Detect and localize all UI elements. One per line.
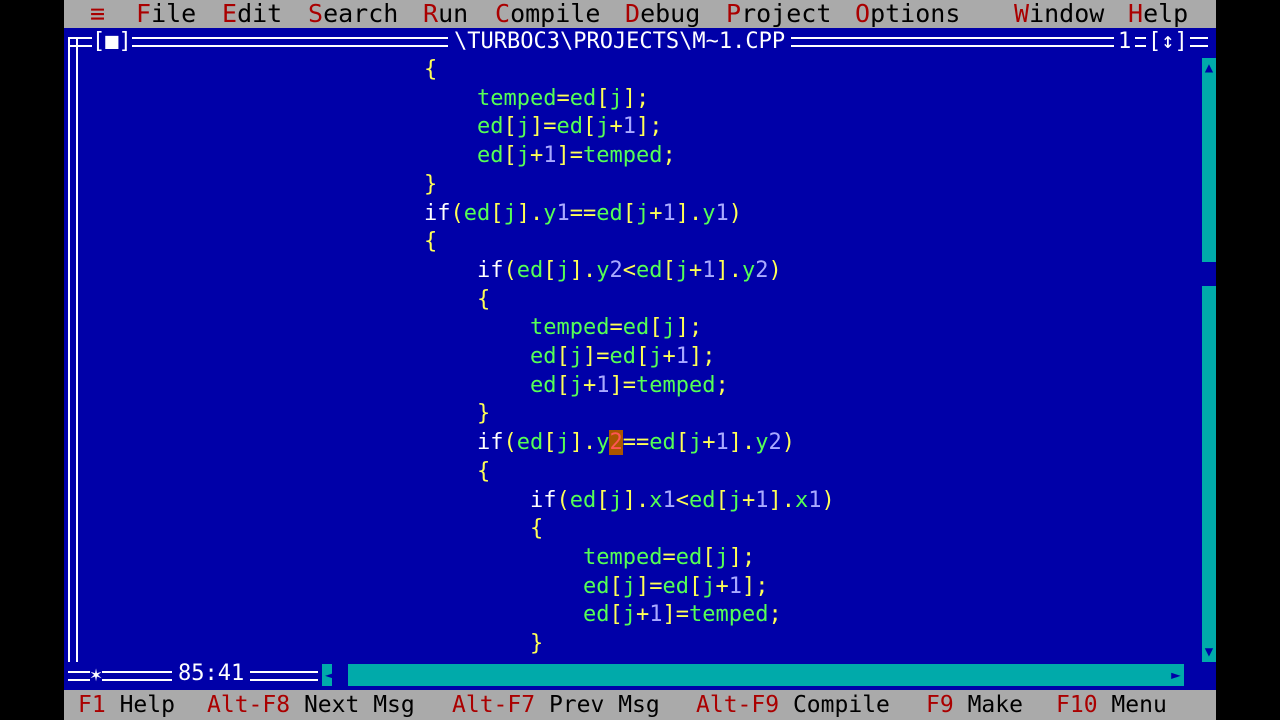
status-compile[interactable]: Alt-F9 Compile [696, 690, 890, 720]
status-f1-help[interactable]: F1 Help [78, 690, 175, 720]
turbo-c-ide: ≡ File Edit Search Run Compile Debug Pro… [64, 0, 1216, 720]
code-line[interactable]: ed[j]=ed[j+1]; [424, 343, 716, 371]
code-line[interactable]: { [424, 56, 437, 84]
code-line[interactable]: ed[j]=ed[j+1]; [424, 573, 769, 601]
menu-run[interactable]: Run [423, 0, 468, 28]
code-line[interactable]: ed[j+1]=temped; [424, 601, 782, 629]
frame-left-border [68, 38, 78, 662]
code-line[interactable]: if(ed[j].y2==ed[j+1].y2) [424, 429, 795, 457]
menu-file[interactable]: File [136, 0, 196, 28]
code-line[interactable]: ed[j]=ed[j+1]; [424, 113, 663, 141]
code-line[interactable]: if(ed[j].y2<ed[j+1].y2) [424, 257, 782, 285]
system-menu-icon[interactable]: ≡ [90, 0, 105, 28]
code-line[interactable]: { [424, 286, 490, 314]
text-cursor: 2 [609, 430, 623, 456]
horizontal-scroll-thumb[interactable] [332, 664, 348, 686]
status-make[interactable]: F9 Make [926, 690, 1023, 720]
menu-window[interactable]: Window [1014, 0, 1104, 28]
scroll-right-arrow-icon[interactable]: ► [1166, 664, 1186, 686]
code-line[interactable]: temped=ed[j]; [424, 314, 702, 342]
code-line[interactable]: { [424, 228, 437, 256]
vertical-scroll-thumb[interactable] [1202, 262, 1216, 286]
code-line[interactable]: } [424, 630, 543, 658]
window-title: \TURBOC3\PROJECTS\M~1.CPP [448, 30, 792, 54]
menu-bar: ≡ File Edit Search Run Compile Debug Pro… [64, 0, 1216, 28]
code-line[interactable]: temped=ed[j]; [424, 544, 755, 572]
status-bar: F1 Help Alt-F8 Next Msg Alt-F7 Prev Msg … [64, 690, 1216, 720]
code-editor[interactable]: { temped=ed[j]; ed[j]=ed[j+1]; ed[j+1]=t… [80, 56, 1200, 660]
code-line[interactable]: { [424, 515, 543, 543]
menu-debug[interactable]: Debug [625, 0, 700, 28]
menu-project[interactable]: Project [726, 0, 831, 28]
vertical-scrollbar[interactable]: ▲ ▼ [1202, 58, 1216, 662]
scroll-up-arrow-icon[interactable]: ▲ [1202, 58, 1216, 78]
code-line[interactable]: ed[j+1]=temped; [424, 142, 676, 170]
menu-search[interactable]: Search [308, 0, 398, 28]
code-line[interactable]: if(ed[j].x1<ed[j+1].x1) [424, 487, 835, 515]
menu-compile[interactable]: Compile [495, 0, 600, 28]
modified-indicator-icon: ✶ [90, 660, 103, 688]
window-title-bar: [■] \TURBOC3\PROJECTS\M~1.CPP 1 [↕] [64, 30, 1216, 54]
window-number: 1 [1114, 30, 1136, 54]
cursor-position: 85:41 [172, 660, 251, 688]
horizontal-scrollbar[interactable]: ◄ ► [322, 664, 1184, 686]
code-line[interactable]: { [424, 458, 490, 486]
close-box-button[interactable]: [■] [92, 30, 132, 54]
code-line[interactable]: } [424, 171, 437, 199]
close-box[interactable]: [■] [92, 29, 132, 54]
zoom-box-button[interactable]: [↕] [1146, 30, 1190, 54]
menu-help[interactable]: Help [1128, 0, 1188, 28]
code-line[interactable]: } [424, 400, 490, 428]
menu-options[interactable]: Options [855, 0, 960, 28]
status-prev-msg[interactable]: Alt-F7 Prev Msg [452, 690, 660, 720]
status-menu[interactable]: F10 Menu [1056, 690, 1167, 720]
code-line[interactable]: ed[j+1]=temped; [424, 372, 729, 400]
menu-edit[interactable]: Edit [222, 0, 282, 28]
scroll-down-arrow-icon[interactable]: ▼ [1202, 642, 1216, 662]
code-line[interactable]: if(ed[j].y1==ed[j+1].y1) [424, 200, 742, 228]
code-line[interactable]: temped=ed[j]; [424, 85, 649, 113]
status-next-msg[interactable]: Alt-F8 Next Msg [207, 690, 415, 720]
